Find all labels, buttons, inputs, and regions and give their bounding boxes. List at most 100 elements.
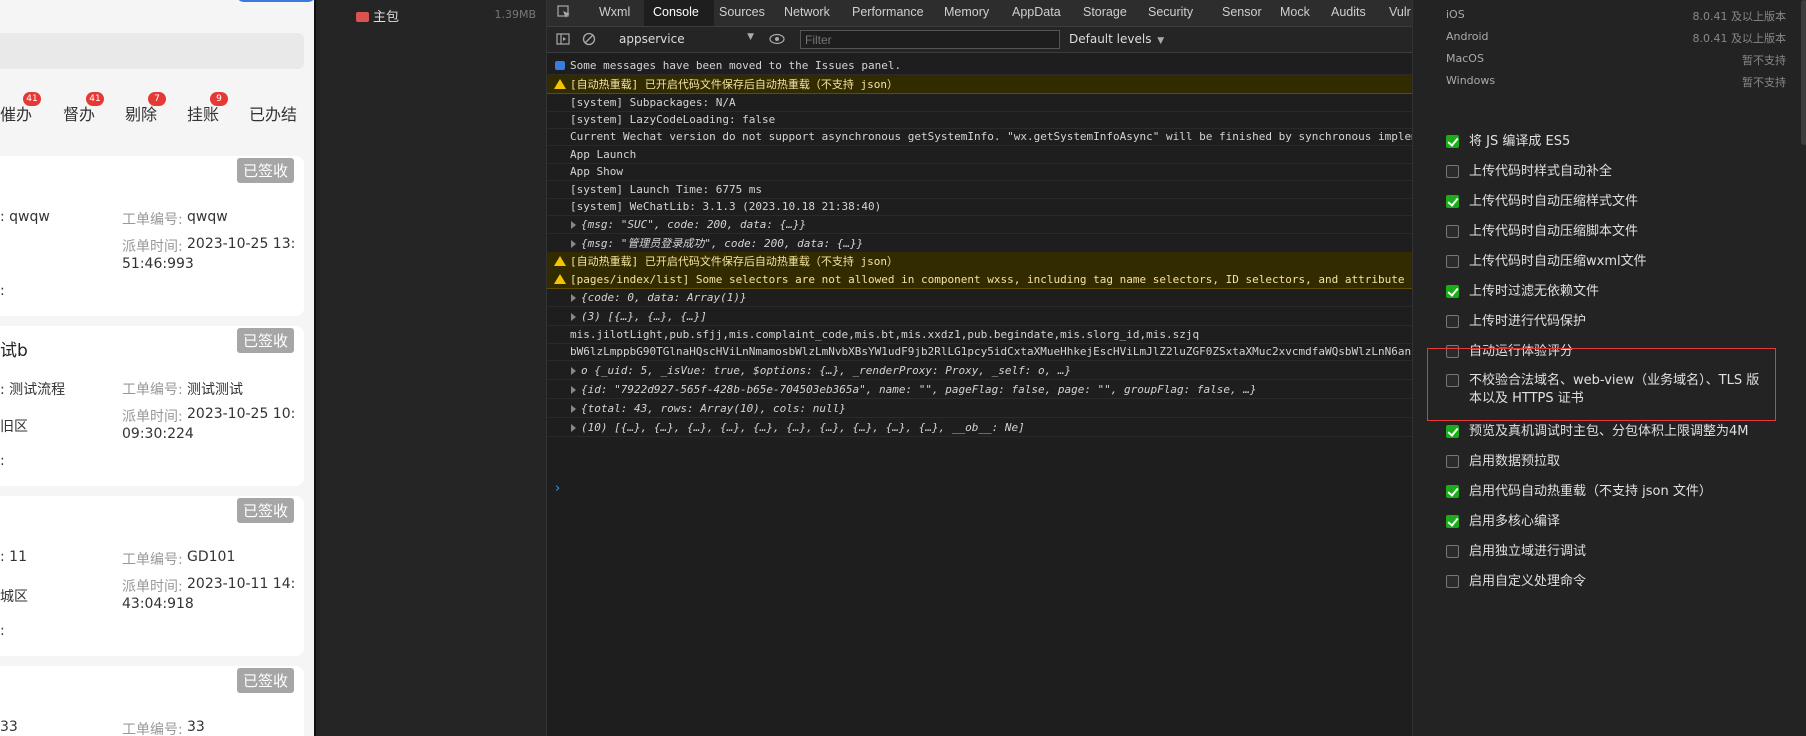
- checkbox[interactable]: [1446, 425, 1459, 438]
- sidebar-toggle-icon[interactable]: [556, 32, 570, 46]
- expand-arrow-icon[interactable]: [571, 386, 576, 394]
- console-message[interactable]: {code: 0, data: Array(1)}: [547, 288, 1413, 307]
- setting-label: 上传代码时自动压缩脚本文件: [1469, 223, 1638, 241]
- tab-duban[interactable]: 督办 41: [63, 92, 105, 125]
- tab-network[interactable]: Network: [784, 5, 830, 19]
- order-no: qwqw: [187, 209, 228, 225]
- tab-tichu[interactable]: 剔除 7: [125, 92, 167, 125]
- search-bar[interactable]: [0, 33, 304, 69]
- message-text: [自动热重载] 已开启代码文件保存后自动热重载（不支持 json）: [570, 78, 898, 91]
- setting-label-text: 启用数据预拉取: [1469, 454, 1561, 469]
- message-text: [pages/index/list] Some selectors are no…: [570, 273, 1413, 286]
- tab-performance[interactable]: Performance: [852, 5, 924, 19]
- checkbox[interactable]: [1446, 195, 1459, 208]
- expand-arrow-icon[interactable]: [571, 367, 576, 375]
- count-badge: 9: [210, 92, 229, 106]
- checkbox[interactable]: [1446, 575, 1459, 588]
- setting-label-text: 上传代码时样式自动补全: [1469, 164, 1613, 179]
- tab-vulnerability[interactable]: Vulr: [1389, 5, 1411, 19]
- scrollbar[interactable]: [1801, 0, 1806, 145]
- console-message[interactable]: {id: "7922d927-565f-428b-b65e-704503eb36…: [547, 380, 1413, 399]
- expand-arrow-icon[interactable]: [571, 240, 576, 248]
- work-order-card[interactable]: 已签收 : 11 城区 : 工单编号: GD101 派单时间: 2023-10-…: [0, 496, 304, 656]
- status-stamp: 已签收: [236, 328, 294, 353]
- chevron-down-icon: ▼: [1157, 36, 1165, 46]
- card-field: : qwqw: [0, 209, 50, 225]
- expand-arrow-icon[interactable]: [571, 313, 576, 321]
- expand-arrow-icon[interactable]: [571, 405, 576, 413]
- count-badge: 7: [148, 92, 167, 106]
- message-text: bW6lzLmppbG90TGlnaHQscHViLnNmamosbWlzLmN…: [570, 345, 1413, 358]
- order-no: GD101: [187, 549, 236, 565]
- tab-audits[interactable]: Audits: [1331, 5, 1366, 19]
- console-warning: [自动热重载] 已开启代码文件保存后自动热重载（不支持 json）: [547, 252, 1413, 271]
- tab-wxml[interactable]: Wxml: [599, 5, 630, 19]
- tab-memory[interactable]: Memory: [944, 5, 989, 19]
- tab-sensor[interactable]: Sensor: [1222, 5, 1262, 19]
- console-message[interactable]: {total: 43, rows: Array(10), cols: null}: [547, 399, 1413, 418]
- tab-appdata[interactable]: AppData: [1012, 5, 1061, 19]
- tab-console-label: Console: [653, 5, 699, 19]
- card-field: 33: [0, 719, 18, 735]
- devtools-panel: Wxml Console Console Sources Network Per…: [546, 0, 1413, 736]
- inspect-element-icon[interactable]: [557, 5, 571, 19]
- checkbox[interactable]: [1446, 135, 1459, 148]
- expand-arrow-icon[interactable]: [571, 221, 576, 229]
- order-no-label: 工单编号:: [122, 212, 183, 228]
- checkbox[interactable]: [1446, 165, 1459, 178]
- info-icon: [555, 61, 565, 70]
- tab-guazhang[interactable]: 挂账 9: [187, 92, 229, 125]
- checkbox[interactable]: [1446, 485, 1459, 498]
- context-select[interactable]: appservice ▼: [619, 32, 754, 46]
- folder-icon: [356, 12, 369, 22]
- tree-item-main-package[interactable]: 主包: [356, 6, 399, 25]
- tab-cuiban[interactable]: 催办 41: [0, 92, 42, 125]
- message-text: Current Wechat version do not support as…: [570, 130, 1413, 143]
- count-badge: 41: [86, 92, 105, 106]
- console-message[interactable]: {msg: "SUC", code: 200, data: {…}}: [547, 215, 1413, 234]
- platform-name: Windows: [1446, 74, 1496, 87]
- card-field: : 11: [0, 549, 27, 565]
- filter-input[interactable]: [800, 30, 1060, 49]
- checkbox[interactable]: [1446, 315, 1459, 328]
- checkbox[interactable]: [1446, 455, 1459, 468]
- version-row: Windows 暂不支持: [1446, 74, 1786, 94]
- console-message[interactable]: (10) [{…}, {…}, {…}, {…}, {…}, {…}, {…},…: [547, 418, 1413, 437]
- console-prompt[interactable]: ›: [555, 481, 560, 496]
- devtools-tabbar: Wxml Console Console Sources Network Per…: [547, 0, 1413, 27]
- checkbox[interactable]: [1446, 225, 1459, 238]
- work-order-card[interactable]: 已签收 试b : 测试流程 旧区 : 工单编号: 测试测试 派单时间: 2023…: [0, 326, 304, 486]
- console-message[interactable]: {msg: "管理员登录成功", code: 200, data: {…}}: [547, 234, 1413, 253]
- tab-security[interactable]: Security: [1148, 5, 1193, 19]
- top-action-button[interactable]: [236, 0, 314, 2]
- console-message[interactable]: (3) [{…}, {…}, {…}]: [547, 307, 1413, 326]
- checkbox[interactable]: [1446, 285, 1459, 298]
- work-order-card[interactable]: 已签收 33 工单编号: 33: [0, 666, 304, 736]
- setting-label: 启用数据预拉取: [1469, 453, 1560, 471]
- dispatch-time-cont: 43:04:918: [122, 596, 194, 612]
- message-text: (3) [{…}, {…}, {…}]: [581, 310, 707, 323]
- log-levels-select[interactable]: Default levels ▼: [1069, 32, 1164, 46]
- dispatch-time: 2023-10-25 13:: [187, 236, 296, 252]
- work-order-card[interactable]: 已签收 : qwqw : 工单编号: qwqw 派单时间: 2023-10-25…: [0, 156, 304, 316]
- dispatch-time-cont: 51:46:993: [122, 256, 194, 272]
- eye-icon[interactable]: [769, 33, 785, 45]
- expand-arrow-icon[interactable]: [571, 424, 576, 432]
- console-message[interactable]: o {_uid: 5, _isVue: true, $options: {…},…: [547, 361, 1413, 380]
- tab-yibanjie[interactable]: 已办结: [249, 101, 297, 125]
- tab-sources[interactable]: Sources: [719, 5, 765, 19]
- tab-storage[interactable]: Storage: [1083, 5, 1127, 19]
- status-stamp: 已签收: [236, 498, 294, 523]
- tab-mock[interactable]: Mock: [1280, 5, 1310, 19]
- checkbox[interactable]: [1446, 255, 1459, 268]
- message-text: {msg: "管理员登录成功", code: 200, data: {…}}: [581, 237, 864, 250]
- clear-console-icon[interactable]: [582, 32, 596, 46]
- expand-arrow-icon[interactable]: [571, 294, 576, 302]
- checkbox[interactable]: [1446, 515, 1459, 528]
- checkbox[interactable]: [1446, 545, 1459, 558]
- dispatch-time: 2023-10-25 10:: [187, 406, 296, 422]
- platform-version: 8.0.41 及以上版本: [1692, 32, 1786, 45]
- setting-label-text: 将 JS 编译成 ES5: [1469, 134, 1571, 149]
- tab-label: 挂账: [187, 105, 220, 124]
- dispatch-time-cont: 09:30:224: [122, 426, 194, 442]
